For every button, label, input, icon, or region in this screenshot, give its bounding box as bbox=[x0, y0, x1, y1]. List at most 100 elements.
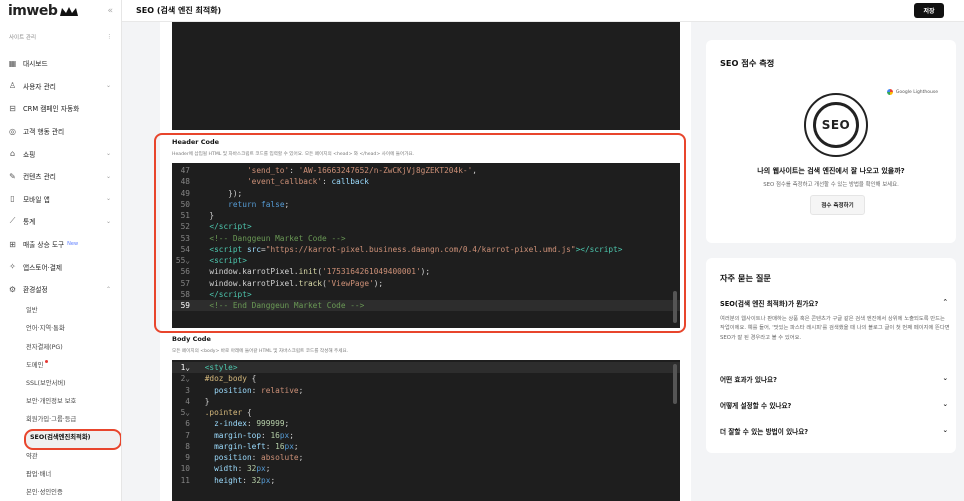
seo-logo: SEO bbox=[804, 93, 868, 157]
sidebar-subitem-label: SSL(보안서버) bbox=[26, 379, 66, 387]
sidebar-item[interactable]: ♙ 사용자 관리 ⌄ bbox=[0, 75, 121, 98]
chevron-down-icon: ⌄ bbox=[942, 374, 948, 382]
chevron-down-icon: ⌄ bbox=[105, 195, 111, 203]
site-label: 사이트 관리 bbox=[9, 35, 37, 41]
seo-logo-text: SEO bbox=[821, 118, 851, 132]
logo-crown-icon bbox=[60, 6, 79, 16]
sidebar-item[interactable]: ◎ 고객 행동 관리 bbox=[0, 120, 121, 143]
lighthouse-label: Google Lighthouse bbox=[895, 89, 938, 95]
sidebar-item[interactable]: ⚙ 환경설정 ⌃ bbox=[0, 278, 121, 301]
phone-icon: ▯ bbox=[10, 194, 15, 204]
code-settings-panel: Header Code Header에 삽입될 HTML 및 자바스크립트 코드… bbox=[160, 22, 691, 501]
user-icon: ♙ bbox=[8, 81, 17, 91]
faq-item-effect[interactable]: 어떤 효과가 있나요? ⌄ bbox=[720, 374, 948, 384]
faq-question: SEO(검색 엔진 최적화)가 뭔가요? bbox=[720, 300, 819, 308]
sidebar-subitem[interactable]: SEO(검색엔진최적화) bbox=[0, 428, 121, 451]
seo-score-card: SEO 점수 측정 Google Lighthouse SEO 나의 웹사이트는… bbox=[706, 40, 956, 243]
sidebar-item-label: CRM 캠페인 자동화 bbox=[23, 105, 80, 114]
seo-card-question: 나의 웹사이트는 검색 엔진에서 잘 나오고 있을까? bbox=[757, 167, 905, 175]
sidebar-item[interactable]: ⊞ 매출 상승 도구 New bbox=[0, 233, 121, 256]
sidebar-subitem[interactable]: 언어·지역·통화 bbox=[0, 319, 121, 337]
sidebar-subitem-label: 도메인 bbox=[26, 361, 44, 369]
sidebar-subitem-label: 언어·지역·통화 bbox=[26, 325, 65, 333]
sidebar-subitem[interactable]: 전자결제(PG) bbox=[0, 337, 121, 355]
sidebar-subitem-label: 전자결제(PG) bbox=[26, 343, 63, 351]
faq-question: 어떻게 설정할 수 있나요? bbox=[720, 402, 792, 410]
sidebar-item[interactable]: ▦ 대시보드 bbox=[0, 52, 121, 75]
sidebar-subitem[interactable]: 회원가입·그룹·등급 bbox=[0, 410, 121, 428]
faq-item-improve[interactable]: 더 잘할 수 있는 방법이 있나요? ⌄ bbox=[720, 426, 948, 436]
sidebar-item-label: 앱스토어·결제 bbox=[23, 263, 63, 272]
faq-question: 어떤 효과가 있나요? bbox=[720, 376, 777, 384]
header-editor-scrollbar[interactable] bbox=[673, 291, 677, 323]
sidebar-item-label: 모바일 앱 bbox=[23, 195, 50, 204]
header-code-label: Header Code bbox=[172, 138, 220, 146]
sidebar-subitem[interactable]: 보안·개인정보 보호 bbox=[0, 391, 121, 409]
grid-icon: ▦ bbox=[8, 58, 17, 68]
sidebar-subitem[interactable]: 약관 bbox=[0, 446, 121, 464]
sidebar-item-label: 쇼핑 bbox=[23, 150, 36, 159]
target-icon: ◎ bbox=[9, 126, 16, 136]
body-code-desc: 모든 페이지의 <body> 바로 아래에 들어갈 HTML 및 자바스크립트 … bbox=[172, 349, 349, 354]
store-icon: ✧ bbox=[9, 262, 16, 272]
sidebar-item[interactable]: ✧ 앱스토어·결제 bbox=[0, 255, 121, 278]
sidebar-item[interactable]: ⌂ 쇼핑 ⌄ bbox=[0, 142, 121, 165]
sidebar-subitem[interactable]: SSL(보안서버) bbox=[0, 373, 121, 391]
logo-text: imweb bbox=[8, 3, 58, 19]
sidebar-subitem-label: SEO(검색엔진최적화) bbox=[30, 434, 91, 442]
campaign-icon: ⊟ bbox=[9, 103, 16, 113]
collapse-sidebar-icon[interactable]: « bbox=[107, 6, 113, 16]
new-badge: New bbox=[67, 241, 79, 248]
current-line-number: 59 bbox=[180, 301, 190, 311]
sidebar-subitem-label: 일반 bbox=[26, 307, 38, 315]
sidebar-item-label: 매출 상승 도구 bbox=[23, 241, 65, 250]
faq-card: 자주 묻는 질문 SEO(검색 엔진 최적화)가 뭔가요? ⌃ 여러분의 웹사이… bbox=[706, 258, 956, 453]
sidebar-item-label: 통계 bbox=[23, 218, 36, 227]
edit-icon: ✎ bbox=[9, 171, 16, 181]
previous-code-editor[interactable] bbox=[172, 22, 680, 130]
sidebar-item[interactable]: ✎ 컨텐츠 관리 ⌄ bbox=[0, 165, 121, 188]
header-code-editor[interactable]: 47 'send_to': 'AW-16663247652/n-ZwCKjVj8… bbox=[172, 163, 680, 328]
sidebar-item[interactable]: ⟋ 통계 ⌄ bbox=[0, 210, 121, 233]
logo-row: imweb « bbox=[0, 0, 121, 22]
bag-icon: ⌂ bbox=[9, 149, 16, 159]
chart-icon: ⟋ bbox=[9, 216, 16, 226]
header-code-desc: Header에 삽입될 HTML 및 자바스크립트 코드를 입력할 수 있어요.… bbox=[172, 152, 415, 157]
faq-item-what-is-seo[interactable]: SEO(검색 엔진 최적화)가 뭔가요? ⌃ bbox=[720, 298, 948, 308]
sidebar-item-label: 사용자 관리 bbox=[23, 82, 56, 91]
chevron-down-icon: ⌄ bbox=[105, 172, 111, 180]
gear-icon: ⚙ bbox=[8, 284, 17, 294]
lighthouse-icon bbox=[886, 89, 893, 95]
faq-answer: 여러분의 웹사이트나 판매하는 상품 혹은 콘텐츠가 구글 같은 검색 엔진에서… bbox=[720, 316, 950, 341]
body-code-editor[interactable]: 1⌄ <style> 2⌄ #doz_body { 3 position: re… bbox=[172, 360, 680, 501]
body-code-label: Body Code bbox=[172, 335, 211, 343]
lighthouse-badge: Google Lighthouse bbox=[886, 89, 938, 95]
nav-list: ▦ 대시보드 ♙ 사용자 관리 ⌄ ⊟ CRM 캠페인 자동화 ◎ 고객 행동 관리 ⌂ 쇼핑 ⌄ ✎ 컨… bbox=[0, 52, 121, 501]
imweb-logo[interactable]: imweb bbox=[8, 3, 79, 19]
sidebar-subitem[interactable]: 일반 bbox=[0, 301, 121, 319]
sidebar-item[interactable]: ▯ 모바일 앱 ⌄ bbox=[0, 188, 121, 211]
chevron-down-icon: ⌄ bbox=[942, 426, 948, 434]
sidebar-subitem-label: 팝업·배너 bbox=[26, 470, 52, 478]
seo-card-desc: SEO 점수를 측정하고 개선할 수 있는 방법을 확인해 보세요. bbox=[763, 182, 899, 188]
seo-card-title: SEO 점수 측정 bbox=[720, 58, 775, 68]
faq-question: 더 잘할 수 있는 방법이 있나요? bbox=[720, 428, 809, 436]
faq-item-howto[interactable]: 어떻게 설정할 수 있나요? ⌄ bbox=[720, 400, 948, 410]
sidebar-subitem[interactable]: 팝업·배너 bbox=[0, 464, 121, 482]
more-icon[interactable]: ⋮ bbox=[107, 34, 113, 40]
sidebar-subitem-label: 본인·성인인증 bbox=[26, 489, 63, 496]
sidebar: imweb « 사이트 관리 ⋮ ▦ 대시보드 ♙ 사용자 관리 ⌄ ⊟ CRM 캠페인 자… bbox=[0, 0, 122, 501]
sidebar-item-label: 고객 행동 관리 bbox=[23, 128, 65, 137]
sidebar-subitem[interactable]: 도메인 bbox=[0, 355, 121, 373]
notification-dot bbox=[45, 360, 49, 364]
save-button[interactable]: 저장 bbox=[914, 3, 944, 18]
body-editor-scrollbar[interactable] bbox=[673, 364, 677, 404]
sidebar-subitem-label: 약관 bbox=[26, 452, 38, 460]
sidebar-item-label: 환경설정 bbox=[23, 286, 48, 295]
measure-score-button[interactable]: 점수 측정하기 bbox=[810, 195, 865, 215]
sidebar-subitem-label: 회원가입·그룹·등급 bbox=[26, 416, 77, 424]
faq-title: 자주 묻는 질문 bbox=[720, 273, 771, 283]
topbar: SEO (검색 엔진 최적화) 저장 bbox=[122, 0, 964, 22]
sidebar-item[interactable]: ⊟ CRM 캠페인 자동화 bbox=[0, 97, 121, 120]
sidebar-subitem[interactable]: 본인·성인인증 bbox=[0, 482, 121, 500]
